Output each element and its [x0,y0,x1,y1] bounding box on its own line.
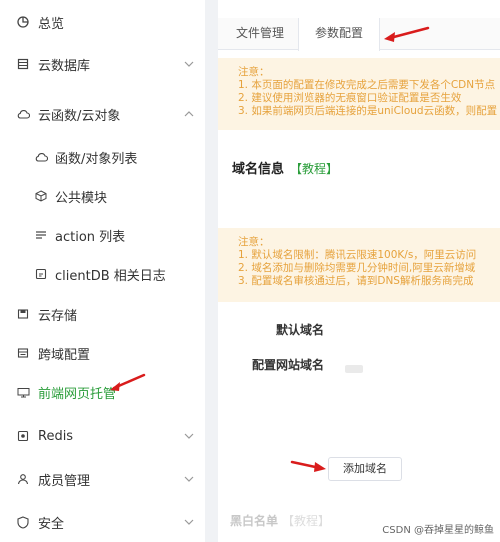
sidebar-item-label: 云数据库 [38,58,91,74]
sidebar-item-members[interactable]: 成员管理 [0,461,205,497]
notice-line: 3. 如果前端网页后端连接的是uniCloud云函数，则配置 [238,105,498,117]
sidebar-item-function-list[interactable]: 函数/对象列表 [0,139,205,175]
notice-title: 注意： [238,66,270,78]
sidebar-item-action-list[interactable]: action 列表 [0,217,205,253]
sidebar-item-label: 函数/对象列表 [55,151,138,167]
sidebar-item-cloud-storage[interactable]: 云存储 [0,296,205,332]
notice-line: 2. 域名添加与删除均需要几分钟时间,阿里云新增域 [238,262,476,274]
sidebar-item-database[interactable]: 云数据库 [0,46,205,82]
notice-title: 注意： [238,236,270,248]
config-notice: 注意： 1. 本页面的配置在修改完成之后需要下发各个CDN节点 2. 建议使用浏… [218,58,500,130]
watermark: CSDN @吞掉星星的鲸鱼 [382,525,494,536]
cross-domain-icon [16,346,30,360]
notice-line: 1. 本页面的配置在修改完成之后需要下发各个CDN节点 [238,79,496,91]
chevron-down-icon [184,433,194,439]
notice-line: 2. 建议使用浏览器的无痕窗口验证配置是否生效 [238,92,462,104]
main-panel: 文件管理 参数配置 注意： 1. 本页面的配置在修改完成之后需要下发各个CDN节… [218,0,500,542]
sidebar-item-web-hosting[interactable]: 前端网页托管 [0,374,205,410]
blacklist-heading: 黑白名单 【教程】 [230,512,330,529]
storage-icon [16,307,30,321]
database-icon [16,57,30,71]
chevron-down-icon [184,519,194,525]
web-hosting-icon [16,385,30,399]
section-title: 域名信息 [232,162,285,177]
annotation-arrow [384,26,430,42]
sidebar-item-label: action 列表 [55,229,126,245]
sidebar-item-label: 成员管理 [38,473,91,489]
cloud-icon [16,107,30,121]
sidebar-item-cors[interactable]: 跨域配置 [0,335,205,371]
tab-parameter-config[interactable]: 参数配置 [298,18,380,51]
redis-icon [16,429,30,443]
cloud-icon [34,150,48,164]
notice-line: 3. 配置域名审核通过后，请到DNS解析服务商完成 [238,275,474,287]
chevron-down-icon [184,61,194,67]
user-icon [16,472,30,486]
sidebar-item-label: 公共模块 [55,190,108,206]
chevron-down-icon [184,476,194,482]
annotation-arrow [290,460,326,472]
list-icon [34,228,48,242]
sidebar-item-label: 总览 [38,16,65,32]
sidebar-item-label: 前端网页托管 [38,386,117,402]
tab-bar: 文件管理 参数配置 [218,18,500,51]
tab-file-management[interactable]: 文件管理 [224,18,296,50]
sidebar-item-label: clientDB 相关日志 [55,268,166,284]
sidebar: 总览 云数据库 云函数/云对象 函数/对象列表 公共模块 action 列表 c… [0,0,205,542]
domain-value-placeholder [345,365,363,373]
add-domain-button[interactable]: 添加域名 [328,457,402,481]
sidebar-item-label: Redis [38,428,74,444]
sidebar-item-label: 安全 [38,516,65,532]
sidebar-item-redis[interactable]: Redis [0,418,205,454]
next-section-link[interactable]: 【教程】 [282,514,330,528]
tutorial-link[interactable]: 【教程】 [290,162,338,176]
sidebar-item-overview[interactable]: 总览 [0,4,205,40]
sidebar-item-label: 云函数/云对象 [38,108,121,124]
annotation-arrow [110,373,146,391]
pie-chart-icon [16,15,30,29]
sidebar-item-common-modules[interactable]: 公共模块 [0,178,205,214]
sidebar-item-label: 云存储 [38,308,78,324]
cube-icon [34,189,48,203]
shield-icon [16,515,30,529]
chevron-up-icon [184,111,194,117]
sidebar-item-label: 跨域配置 [38,347,91,363]
default-domain-label: 默认域名 [276,323,325,337]
sidebar-item-cloud-functions[interactable]: 云函数/云对象 [0,96,205,132]
domain-notice: 注意： 1. 默认域名限制：腾讯云限速100K/s，阿里云访问 2. 域名添加与… [218,228,500,302]
notice-line: 1. 默认域名限制：腾讯云限速100K/s，阿里云访问 [238,249,477,261]
log-icon [34,267,48,281]
next-section-title: 黑白名单 [230,514,279,528]
sidebar-item-security[interactable]: 安全 [0,504,205,540]
site-domain-label: 配置网站域名 [252,358,325,372]
sidebar-item-clientdb-logs[interactable]: clientDB 相关日志 [0,256,205,292]
domain-info-heading: 域名信息 【教程】 [232,158,338,177]
